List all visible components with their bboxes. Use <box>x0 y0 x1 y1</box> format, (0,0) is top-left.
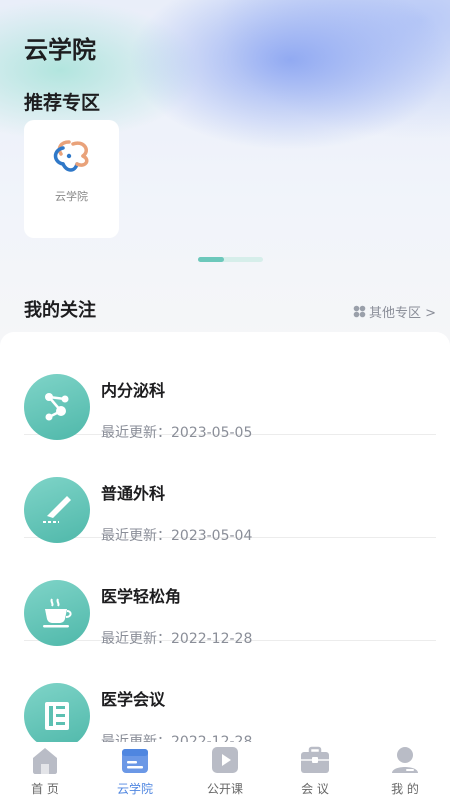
play-icon <box>212 747 238 773</box>
tab-mine[interactable]: 我 的 <box>360 742 450 800</box>
four-dots-icon <box>353 305 366 318</box>
list-item[interactable]: 医学轻松角 最近更新：2022-12-28 <box>24 538 436 647</box>
tab-college[interactable]: 云学院 <box>90 742 180 800</box>
briefcase-icon <box>301 746 329 773</box>
tab-home-label: 首 页 <box>31 782 59 796</box>
item-name: 普通外科 <box>101 484 166 503</box>
my-follow-title-text: 我的关注 <box>24 300 96 321</box>
other-zones-link[interactable]: 其他专区 > <box>353 302 436 321</box>
item-avatar <box>24 683 90 742</box>
recommended-section-title: 推荐专区 <box>22 88 101 115</box>
tab-mine-label: 我 的 <box>391 782 419 796</box>
tab-open-course[interactable]: 公开课 <box>180 742 270 800</box>
zone-card-label: 云学院 <box>55 190 88 203</box>
coffee-cup-icon <box>43 598 72 628</box>
item-avatar <box>24 477 90 543</box>
tab-college-label: 云学院 <box>116 782 153 796</box>
my-follow-title: 我的关注 <box>22 296 96 322</box>
recommended-title-text: 推荐专区 <box>24 92 101 114</box>
cloud-college-logo-icon <box>53 140 88 172</box>
item-update-time: 最近更新：2022-12-28 <box>101 734 253 742</box>
item-name: 内分泌科 <box>101 381 166 400</box>
item-avatar <box>24 580 90 646</box>
other-zones-label: 其他专区 > <box>368 306 436 321</box>
list-item[interactable]: 内分泌科 最近更新：2023-05-05 <box>24 332 436 441</box>
scalpel-icon <box>43 496 71 523</box>
item-name: 医学轻松角 <box>101 587 182 606</box>
follow-list: 内分泌科 最近更新：2023-05-05 普通外科 最近更新：2023-05-0… <box>0 332 450 742</box>
document-icon <box>45 702 69 730</box>
tab-home[interactable]: 首 页 <box>0 742 90 800</box>
tab-meeting-label: 会 议 <box>301 782 329 796</box>
tab-open-course-label: 公开课 <box>206 782 243 796</box>
zone-card-cloud-college[interactable]: 云学院 <box>24 120 119 238</box>
bottom-tab-bar: 首 页 云学院 公开课 会 议 我 的 <box>0 742 450 800</box>
list-item[interactable]: 医学会议 最近更新：2022-12-28 <box>24 641 436 742</box>
user-icon <box>392 747 418 773</box>
carousel-indicator <box>198 257 263 262</box>
college-card-icon <box>122 749 148 773</box>
item-avatar <box>24 374 90 440</box>
page-title: 云学院 <box>24 36 96 64</box>
item-name: 医学会议 <box>101 690 166 709</box>
home-icon <box>33 748 57 774</box>
molecule-icon <box>45 393 69 421</box>
carousel-indicator-active <box>198 257 224 262</box>
list-item[interactable]: 普通外科 最近更新：2023-05-04 <box>24 435 436 544</box>
tab-meeting[interactable]: 会 议 <box>270 742 360 800</box>
